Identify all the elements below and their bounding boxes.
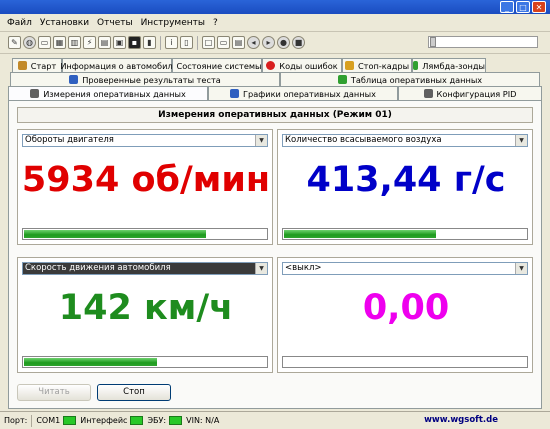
tab-system-state[interactable]: Состояние системы [172,58,262,72]
stop-button[interactable]: Стоп [97,384,171,401]
disk-icon[interactable]: ▣ [113,36,126,49]
tab-freeze-frames[interactable]: Стоп-кадры [342,58,412,72]
chevron-down-icon[interactable]: ▼ [255,263,267,274]
port-led [63,416,77,425]
title-bar: _ □ ✕ [0,0,550,14]
check-icon [69,75,79,84]
chevron-down-icon[interactable]: ▼ [255,135,267,146]
tab-live-measurements[interactable]: Измерения оперативных данных [8,86,208,100]
gauge-progress-bar [282,356,528,368]
stop-icon[interactable]: ■ [292,36,305,49]
print-icon[interactable]: ▤ [232,36,245,49]
tab-test-results[interactable]: Проверенные результаты теста [10,72,280,86]
gauge-select[interactable]: Количество всасываемого воздуха ▼ [282,134,528,147]
gauge-value: 5934 об/мин [21,160,271,200]
port-value: COM1 [36,416,61,425]
chevron-down-icon[interactable]: ▼ [515,135,527,146]
gauge-rpm: Обороты двигателя ▼ 5934 об/мин [17,129,273,245]
card-icon[interactable]: ▭ [38,36,51,49]
menu-help[interactable]: ? [209,18,222,28]
tab-live-charts[interactable]: Графики оперативных данных [208,86,398,100]
tab-vehicle-info[interactable]: Информация о автомобиле [60,58,178,72]
tab-row-1: Старт Информация о автомобиле Состояние … [12,58,486,72]
battery-icon[interactable]: ▮ [143,36,156,49]
tab-lambda-sensors[interactable]: Лямбда-зонды [412,58,486,72]
toolbar-separator [160,35,161,50]
menu-settings[interactable]: Установки [36,18,93,28]
menu-bar: Файл Установки Отчеты Инструменты ? [0,14,550,32]
tab-error-codes[interactable]: Коды ошибок [262,58,342,72]
port-label: Порт: [4,416,28,425]
gauge-off: <выкл> ▼ 0,00 [277,257,533,373]
config-icon [423,89,433,98]
sensor-icon [413,61,419,70]
wrench-icon [17,61,27,70]
progress-fill [24,230,206,238]
interface-label: Интерфейс [80,416,128,425]
calendar-icon[interactable]: ▤ [98,36,111,49]
gauge-progress-bar [22,228,268,240]
wrench-icon[interactable]: ✎ [8,36,21,49]
interface-led [130,416,144,425]
vin-label: VIN: N/A [186,416,220,425]
folder-icon[interactable]: ▭ [217,36,230,49]
gauge-value: 0,00 [362,288,450,328]
tab-start[interactable]: Старт [12,58,62,72]
measurements-panel: Измерения оперативных данных (Режим 01) … [8,100,542,409]
chart-icon [230,89,240,98]
menu-file[interactable]: Файл [3,18,36,28]
status-bar: Порт: COM1 Интерфейс ЭБУ: VIN: N/A www.w… [0,411,550,429]
toolbar-slider[interactable] [428,36,538,48]
slider-thumb[interactable] [430,37,436,47]
toolbar-separator [197,35,198,50]
table-icon [337,75,347,84]
gauge-progress-bar [282,228,528,240]
play-icon[interactable]: ▸ [262,36,275,49]
gauge-air-flow: Количество всасываемого воздуха ▼ 413,44 … [277,129,533,245]
website-link[interactable]: www.wgsoft.de [424,415,498,425]
page-icon[interactable]: □ [202,36,215,49]
gauge-progress-bar [22,356,268,368]
ecu-label: ЭБУ: [147,416,167,425]
grid-icon [30,89,40,98]
back-icon[interactable]: ◂ [247,36,260,49]
close-button[interactable]: ✕ [532,1,546,13]
tab-pid-config[interactable]: Конфигурация PID [398,86,542,100]
progress-fill [24,358,157,366]
tab-row-3: Измерения оперативных данных Графики опе… [8,86,542,100]
progress-fill [284,230,436,238]
chart-icon[interactable]: ▥ [68,36,81,49]
gauge-select[interactable]: Скорость движения автомобиля ▼ [22,262,268,275]
tab-row-2: Проверенные результаты теста Таблица опе… [10,72,540,86]
read-button[interactable]: Читать [17,384,91,401]
terminal-icon[interactable]: ▪ [128,36,141,49]
menu-reports[interactable]: Отчеты [93,18,137,28]
chevron-down-icon[interactable]: ▼ [515,263,527,274]
info-icon[interactable]: i [165,36,178,49]
gauge-value: 413,44 г/с [306,160,506,200]
globe-icon[interactable]: ◍ [23,36,36,49]
menu-tools[interactable]: Инструменты [137,18,209,28]
status-divider [31,414,33,427]
gauge-value: 142 км/ч [58,288,234,328]
maximize-button[interactable]: □ [516,1,530,13]
plug-icon[interactable]: ⚡ [83,36,96,49]
gauge-select[interactable]: Обороты двигателя ▼ [22,134,268,147]
gauge-select[interactable]: <выкл> ▼ [282,262,528,275]
minimize-button[interactable]: _ [500,1,514,13]
frame-icon [344,61,354,70]
table-icon[interactable]: ▦ [53,36,66,49]
gauge-speed: Скорость движения автомобиля ▼ 142 км/ч [17,257,273,373]
ecu-led [169,416,183,425]
book-icon[interactable]: ▯ [180,36,193,49]
error-icon [266,61,276,70]
record-icon[interactable]: ● [277,36,290,49]
tab-live-data-table[interactable]: Таблица оперативных данных [280,72,540,86]
panel-title: Измерения оперативных данных (Режим 01) [17,107,533,123]
